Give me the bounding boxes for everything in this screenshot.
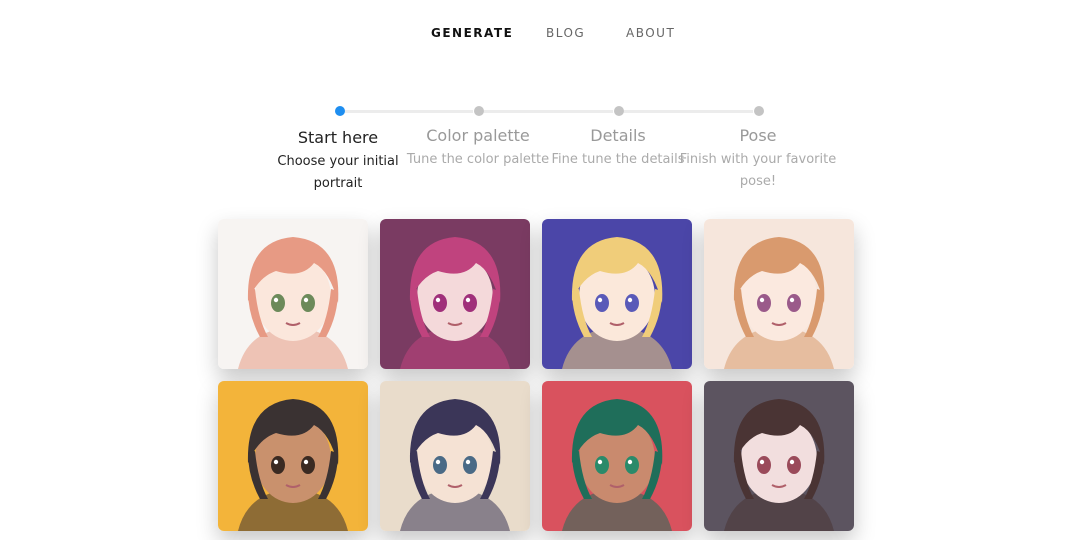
step-description: Choose your initial portrait [277, 154, 399, 191]
nav-about[interactable]: ABOUT [626, 26, 675, 40]
portrait-image [542, 381, 692, 531]
step-description: Finish with your favorite pose! [679, 152, 837, 189]
portrait-tile[interactable] [218, 381, 368, 531]
step-title: Pose [739, 126, 777, 145]
step-title: Start here [297, 128, 379, 147]
portrait-tile[interactable] [380, 381, 530, 531]
portrait-tile[interactable] [704, 381, 854, 531]
portrait-image [704, 381, 854, 531]
progress-stepper [0, 104, 1069, 118]
step-connector [345, 110, 473, 113]
step-title: Details [590, 126, 646, 145]
step-color-palette[interactable]: Color palette Tune the color palette [398, 126, 558, 171]
portrait-image [380, 381, 530, 531]
top-nav: GENERATE BLOG ABOUT [0, 26, 1069, 44]
nav-generate[interactable]: GENERATE [431, 26, 513, 40]
portrait-tile[interactable] [704, 219, 854, 369]
step-start-here[interactable]: Start here Choose your initial portrait [258, 128, 418, 195]
step-dot-start[interactable] [335, 106, 345, 116]
portrait-tile[interactable] [380, 219, 530, 369]
portrait-image [380, 219, 530, 369]
step-dot-pose[interactable] [754, 106, 764, 116]
step-dot-color-palette[interactable] [474, 106, 484, 116]
step-description: Tune the color palette [406, 152, 550, 167]
nav-blog[interactable]: BLOG [546, 26, 585, 40]
step-details[interactable]: Details Fine tune the details [538, 126, 698, 171]
portrait-image [704, 219, 854, 369]
step-pose[interactable]: Pose Finish with your favorite pose! [678, 126, 838, 193]
portrait-image [542, 219, 692, 369]
portrait-tile[interactable] [542, 381, 692, 531]
step-dot-details[interactable] [614, 106, 624, 116]
step-connector [484, 110, 613, 113]
portrait-image [218, 219, 368, 369]
portrait-tile[interactable] [542, 219, 692, 369]
portrait-image [218, 381, 368, 531]
portrait-tile[interactable] [218, 219, 368, 369]
step-description: Fine tune the details [551, 152, 685, 167]
step-connector [624, 110, 753, 113]
step-title: Color palette [426, 126, 530, 145]
